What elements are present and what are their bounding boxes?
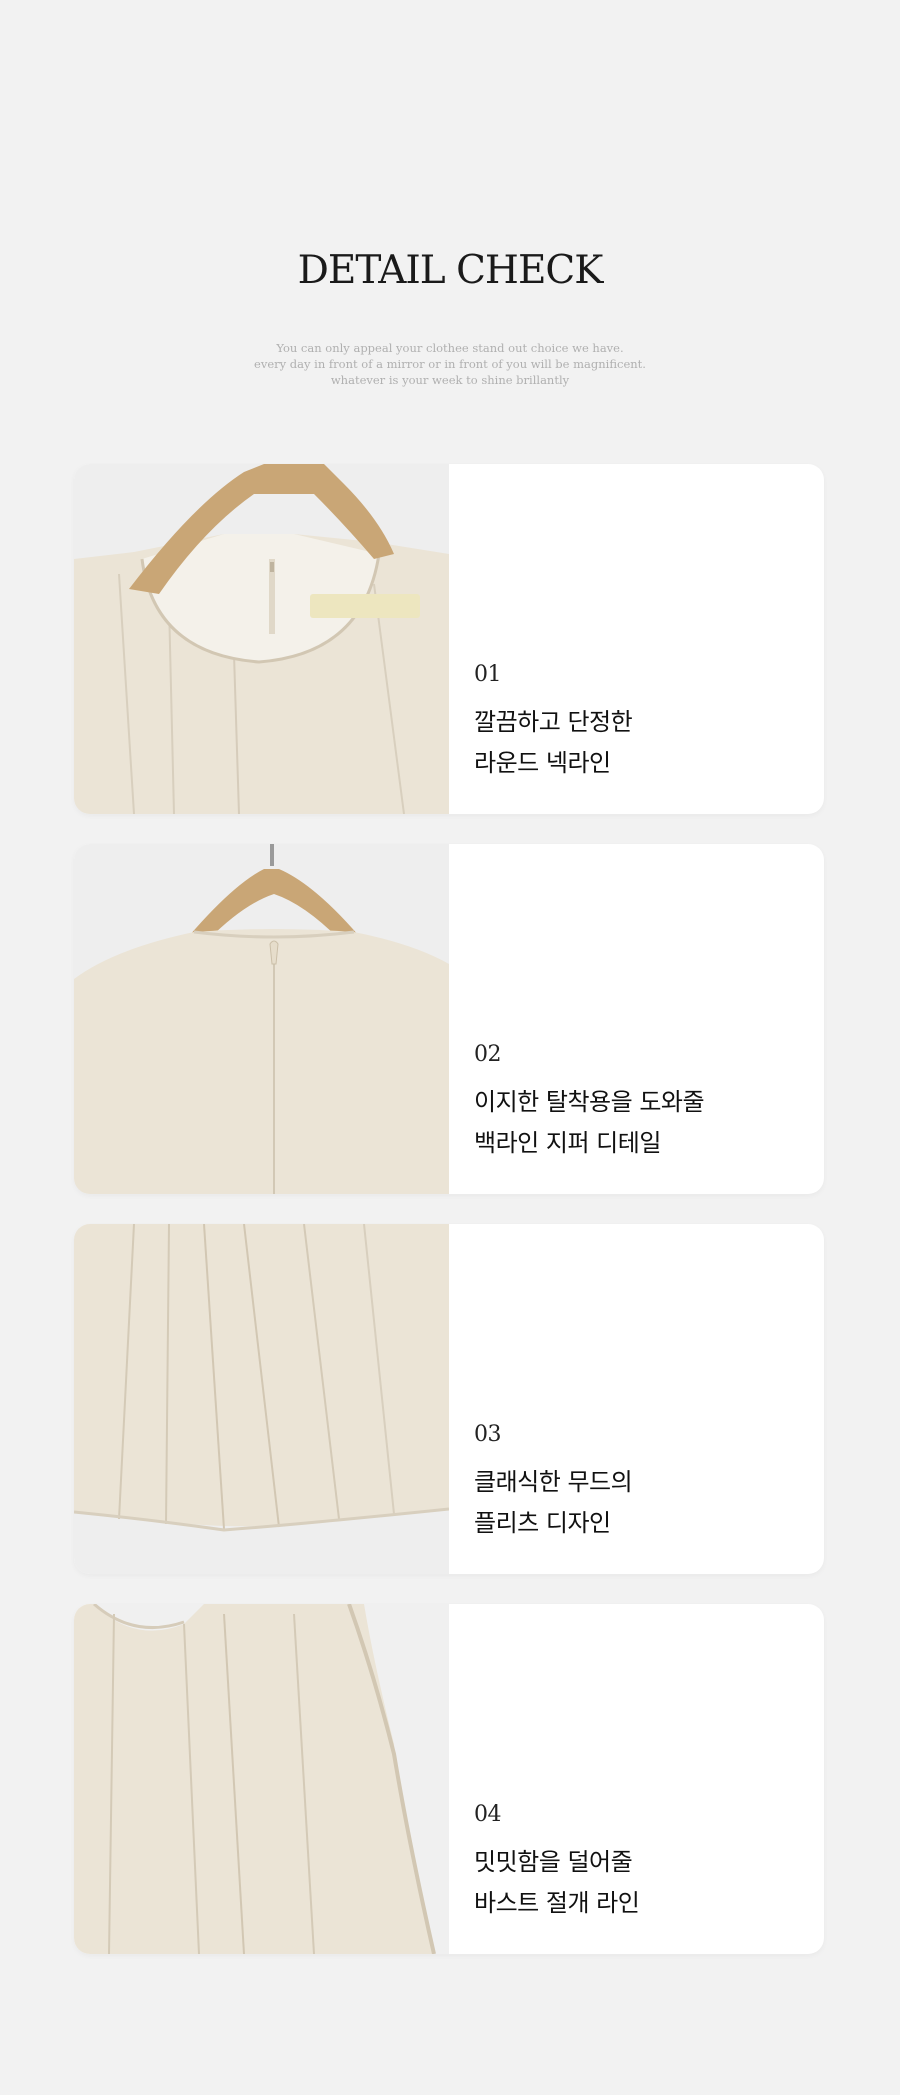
subtitle-line: every day in front of a mirror or in fro… bbox=[254, 357, 646, 371]
detail-card-3: 03 클래식한 무드의 플리츠 디자인 bbox=[74, 1224, 824, 1574]
pleats-photo bbox=[74, 1224, 449, 1574]
detail-number: 02 bbox=[474, 1042, 502, 1067]
detail-number: 01 bbox=[474, 662, 502, 687]
back-zipper-photo bbox=[74, 844, 449, 1194]
detail-card-1: 01 깔끔하고 단정한 라운드 넥라인 bbox=[74, 464, 824, 814]
detail-card-4: 04 밋밋함을 덜어줄 바스트 절개 라인 bbox=[74, 1604, 824, 1954]
detail-title-line: 백라인 지퍼 디테일 bbox=[474, 1129, 661, 1157]
detail-title-line: 클래식한 무드의 bbox=[474, 1468, 633, 1496]
header-section: DETAIL CHECK You can only appeal your cl… bbox=[0, 0, 900, 460]
subtitle-line: whatever is your week to shine brillantl… bbox=[330, 373, 570, 387]
detail-title-line: 바스트 절개 라인 bbox=[474, 1889, 640, 1917]
detail-number: 04 bbox=[474, 1802, 502, 1827]
detail-text-2: 02 이지한 탈착용을 도와줄 백라인 지퍼 디테일 bbox=[474, 844, 804, 1194]
page-subtitle: You can only appeal your clothee stand o… bbox=[0, 340, 900, 388]
detail-title-line: 이지한 탈착용을 도와줄 bbox=[474, 1088, 705, 1116]
detail-title-line: 플리츠 디자인 bbox=[474, 1509, 611, 1537]
detail-text-4: 04 밋밋함을 덜어줄 바스트 절개 라인 bbox=[474, 1604, 804, 1954]
page-title: DETAIL CHECK bbox=[297, 248, 604, 293]
detail-card-2: 02 이지한 탈착용을 도와줄 백라인 지퍼 디테일 bbox=[74, 844, 824, 1194]
subtitle-line: You can only appeal your clothee stand o… bbox=[276, 341, 624, 355]
detail-title-line: 깔끔하고 단정한 bbox=[474, 708, 633, 736]
detail-text-1: 01 깔끔하고 단정한 라운드 넥라인 bbox=[474, 464, 804, 814]
bust-seam-photo bbox=[74, 1604, 449, 1954]
round-neckline-photo bbox=[74, 464, 449, 814]
detail-title-line: 밋밋함을 덜어줄 bbox=[474, 1848, 633, 1876]
detail-title-line: 라운드 넥라인 bbox=[474, 749, 611, 777]
detail-number: 03 bbox=[474, 1422, 502, 1447]
detail-text-3: 03 클래식한 무드의 플리츠 디자인 bbox=[474, 1224, 804, 1574]
